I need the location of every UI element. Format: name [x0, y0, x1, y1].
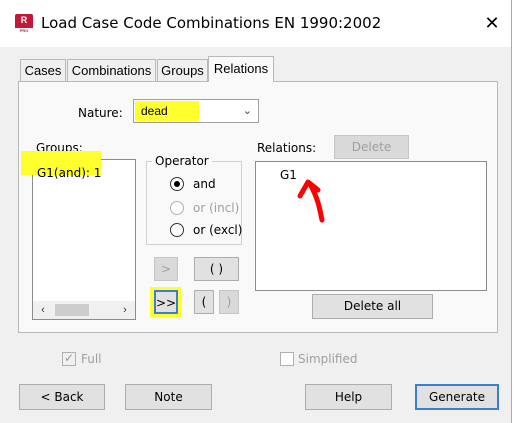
simplified-label: Simplified: [298, 352, 358, 366]
app-icon-sub: PRO: [15, 28, 33, 33]
delete-button[interactable]: Delete: [334, 135, 409, 159]
tab-cases[interactable]: Cases: [20, 59, 66, 81]
window-title: Load Case Code Combinations EN 1990:2002: [41, 14, 382, 32]
add-all-button[interactable]: >>: [154, 290, 178, 314]
open-paren-button[interactable]: (: [194, 290, 214, 314]
help-button[interactable]: Help: [305, 384, 392, 410]
tab-relations[interactable]: Relations: [208, 56, 274, 82]
nature-label: Nature:: [78, 106, 123, 120]
nature-select[interactable]: dead ⌄: [133, 99, 259, 123]
groups-list-item[interactable]: G1(and): 1: [37, 166, 101, 180]
operator-or-incl-label[interactable]: or (incl): [193, 201, 239, 215]
app-icon: R PRO: [15, 14, 33, 33]
relations-list-item[interactable]: G1: [280, 168, 297, 182]
relations-listbox[interactable]: G1: [255, 161, 487, 291]
nature-selected-value: dead: [135, 101, 199, 121]
relations-label: Relations:: [257, 141, 317, 155]
parentheses-button[interactable]: ( ): [194, 257, 239, 281]
back-button[interactable]: < Back: [19, 384, 105, 410]
groups-scrollbar[interactable]: ‹ ›: [33, 301, 135, 319]
simplified-checkbox[interactable]: [280, 352, 294, 366]
operator-or-excl-label[interactable]: or (excl): [193, 223, 242, 237]
add-group-button[interactable]: >: [154, 257, 178, 281]
tab-groups[interactable]: Groups: [157, 59, 208, 81]
operator-or-incl-radio[interactable]: [170, 201, 184, 215]
red-arrow-annotation: [297, 179, 325, 223]
chevron-down-icon: ⌄: [242, 105, 252, 117]
operator-and-label[interactable]: and: [193, 177, 216, 191]
scroll-left-icon[interactable]: ‹: [35, 302, 51, 318]
groups-listbox[interactable]: G1(and): 1 ‹ ›: [21, 151, 136, 320]
operator-and-radio[interactable]: [170, 177, 184, 191]
operator-or-excl-radio[interactable]: [170, 223, 184, 237]
close-icon[interactable]: ✕: [480, 12, 504, 36]
scroll-thumb[interactable]: [55, 304, 89, 316]
operator-label: Operator: [152, 154, 212, 168]
generate-button[interactable]: Generate: [415, 384, 499, 410]
note-button[interactable]: Note: [125, 384, 212, 410]
tab-combinations[interactable]: Combinations: [67, 59, 156, 81]
full-checkbox[interactable]: ✓: [62, 351, 76, 366]
scroll-right-icon[interactable]: ›: [117, 302, 133, 318]
full-label: Full: [81, 352, 102, 366]
app-icon-letter: R: [20, 15, 28, 25]
close-paren-button[interactable]: ): [219, 290, 239, 314]
delete-all-button[interactable]: Delete all: [312, 294, 433, 319]
